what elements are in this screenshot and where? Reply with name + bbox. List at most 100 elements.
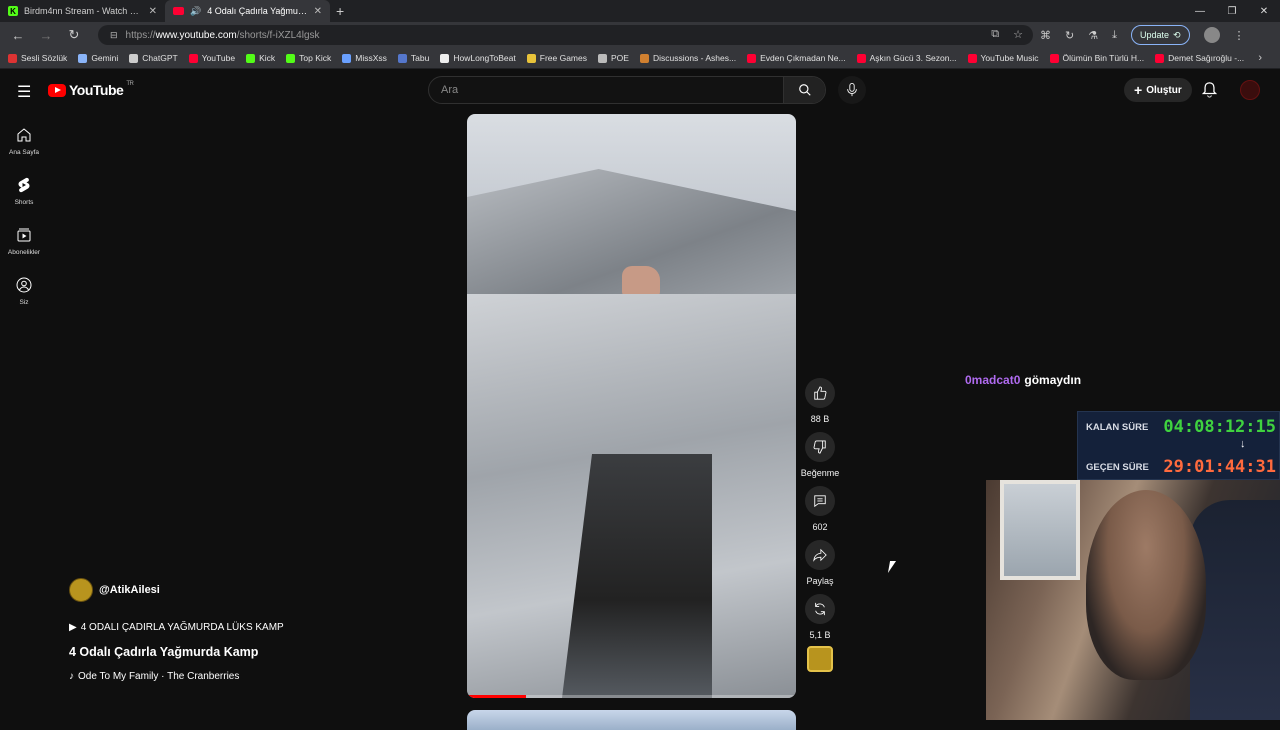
home-icon [16, 127, 32, 145]
bookmark-item[interactable]: YouTube [188, 53, 236, 63]
bookmarks-overflow-icon[interactable]: › [1258, 52, 1262, 64]
bookmark-icon [856, 53, 866, 63]
search-input[interactable] [429, 84, 783, 96]
channel-avatar[interactable] [69, 578, 93, 602]
playlist-link[interactable]: ▶ 4 ODALI ÇADIRLA YAĞMURDA LÜKS KAMP [69, 622, 399, 633]
install-app-icon[interactable]: ⧉ [991, 28, 999, 41]
bookmark-label: Evden Çıkmadan Ne... [760, 53, 846, 63]
remix-button[interactable] [805, 594, 835, 624]
maximize-button[interactable]: ❐ [1216, 0, 1248, 22]
bookmark-icon [1155, 53, 1165, 63]
browser-profile-avatar[interactable] [1203, 27, 1220, 43]
site-info-icon[interactable]: ⊟ [110, 30, 118, 41]
chat-username: 0madcat0 [965, 373, 1021, 387]
bookmark-icon [8, 53, 17, 63]
sync-icon[interactable]: ↻ [1065, 29, 1074, 42]
account-avatar[interactable] [1240, 80, 1260, 100]
music-note-icon: ♪ [69, 671, 74, 682]
forward-button[interactable]: → [32, 22, 60, 48]
webcam-streamer [1086, 490, 1206, 680]
next-short-preview[interactable] [467, 710, 796, 730]
bookmark-item[interactable]: Aşkın Gücü 3. Sezon... [856, 53, 957, 63]
bookmark-item[interactable]: POE [598, 53, 629, 63]
subscriptions-icon [16, 227, 32, 245]
sound-link[interactable]: ♪ Ode To My Family · The Cranberries [69, 671, 399, 682]
sidebar-item-you[interactable]: Siz [0, 266, 48, 316]
elapsed-value: 29:01:44:31 [1163, 457, 1276, 477]
remaining-label: KALAN SÜRE [1086, 421, 1149, 433]
short-video-player[interactable] [467, 114, 796, 698]
bookmark-item[interactable]: Top Kick [286, 53, 331, 63]
bookmark-item[interactable]: Gemini [78, 53, 118, 63]
create-button[interactable]: + Oluştur [1124, 78, 1192, 102]
comments-button[interactable] [805, 486, 835, 516]
back-button[interactable]: ← [4, 22, 32, 48]
update-button[interactable]: Update ⟲ [1130, 25, 1190, 45]
remix-icon [815, 602, 825, 616]
microphone-icon [847, 83, 857, 97]
sidebar-item-shorts[interactable]: Shorts [0, 166, 48, 216]
bookmark-item[interactable]: Kick [246, 53, 275, 63]
you-icon [16, 277, 32, 295]
speaker-icon[interactable]: 🔊 [190, 6, 201, 17]
extensions-puzzle-icon[interactable]: ⚗ [1088, 29, 1098, 42]
search-box [428, 76, 826, 104]
search-button[interactable] [783, 77, 825, 103]
sidebar-item-home[interactable]: Ana Sayfa [0, 116, 48, 166]
youtube-logo[interactable]: YouTube TR [48, 81, 134, 98]
tab-title: 4 Odalı Çadırla Yağmurda Kamp [207, 6, 308, 16]
bookmark-item[interactable]: Evden Çıkmadan Ne... [747, 53, 846, 63]
close-window-button[interactable]: ✕ [1248, 0, 1280, 22]
minimize-button[interactable]: — [1184, 0, 1216, 22]
dislike-button[interactable] [805, 432, 835, 462]
tab-kick-stream[interactable]: K Birdm4nn Stream - Watch Live on Kick ✕ [0, 0, 165, 22]
sidebar-item-subscriptions[interactable]: Abonelikler [0, 216, 48, 266]
short-title[interactable]: 4 Odalı Çadırla Yağmurda Kamp [69, 645, 399, 659]
reload-button[interactable]: ↻ [60, 22, 88, 48]
bookmark-item[interactable]: HowLongToBeat [440, 53, 516, 63]
bookmark-item[interactable]: MissXss [342, 53, 387, 63]
sidebar-item-label: Ana Sayfa [9, 148, 39, 156]
close-icon[interactable]: ✕ [149, 6, 157, 17]
bookmark-item[interactable]: Discussions - Ashes... [639, 53, 736, 63]
bookmark-item[interactable]: Ölümün Bin Türlü H... [1049, 53, 1144, 63]
streamer-webcam [986, 480, 1280, 720]
bookmark-label: HowLongToBeat [453, 53, 516, 63]
new-tab-button[interactable]: + [336, 3, 344, 19]
bookmark-star-icon[interactable]: ☆ [1013, 28, 1023, 41]
play-icon: ▶ [69, 622, 77, 633]
bookmark-label: YouTube [201, 53, 236, 63]
channel-link[interactable]: @AtikAilesi [69, 578, 399, 602]
bookmark-item[interactable]: Tabu [397, 53, 429, 63]
window-controls: — ❐ ✕ [1184, 0, 1280, 22]
bookmark-icon [747, 53, 757, 63]
share-action: Paylaş [805, 540, 835, 586]
notifications-button[interactable] [1201, 82, 1218, 103]
voice-search-button[interactable] [838, 76, 866, 104]
tab-youtube-short[interactable]: 🔊 4 Odalı Çadırla Yağmurda Kamp ✕ [165, 0, 330, 22]
browser-menu-icon[interactable]: ⋮ [1234, 29, 1245, 42]
close-icon[interactable]: ✕ [314, 6, 322, 17]
share-button[interactable] [805, 540, 835, 570]
extension-icon[interactable]: ⌘ [1040, 29, 1051, 42]
bookmark-item[interactable]: Sesli Sözlük [8, 53, 67, 63]
bookmark-item[interactable]: ChatGPT [129, 53, 178, 63]
bookmark-item[interactable]: YouTube Music [967, 53, 1039, 63]
sidebar-item-label: Siz [19, 298, 29, 306]
bookmark-item[interactable]: Demet Sağıroğlu -... [1155, 53, 1244, 63]
sound-channel-avatar[interactable] [807, 646, 833, 672]
bookmark-icon [1049, 53, 1059, 63]
browser-tools: ⌘ ↻ ⚗ ⤓ Update ⟲ ⋮ [1040, 25, 1245, 45]
menu-icon[interactable]: ☰ [17, 82, 31, 102]
bookmark-item[interactable]: Free Games [526, 53, 587, 63]
elapsed-label: GEÇEN SÜRE [1086, 461, 1149, 473]
url-bar[interactable]: ⊟ https://www.youtube.com/shorts/f-iXZL4… [98, 25, 1033, 45]
update-icon: ⟲ [1173, 29, 1181, 40]
bookmark-icon [78, 53, 88, 63]
download-icon[interactable]: ⤓ [1112, 29, 1117, 42]
video-progress-bar[interactable] [467, 695, 796, 698]
channel-name[interactable]: @AtikAilesi [99, 584, 160, 596]
like-button[interactable] [805, 378, 835, 408]
bookmark-icon [342, 53, 352, 63]
shorts-icon [17, 177, 31, 195]
